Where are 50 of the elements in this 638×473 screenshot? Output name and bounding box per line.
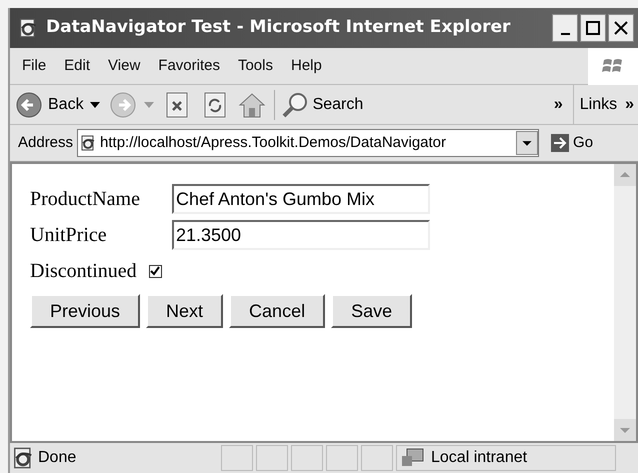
zone-text: Local intranet — [431, 448, 528, 468]
status-panel — [256, 445, 288, 471]
close-button[interactable] — [608, 14, 634, 42]
home-icon[interactable] — [238, 92, 266, 118]
form-button[interactable]: Next — [146, 294, 224, 328]
maximize-icon — [585, 20, 601, 36]
search-button[interactable]: Search — [280, 90, 364, 118]
address-label: Address — [18, 132, 74, 153]
field-label: UnitPrice — [30, 223, 108, 248]
more-chevron[interactable]: » — [554, 92, 563, 116]
menu-item[interactable]: Help — [291, 54, 322, 78]
go-button[interactable]: Go — [551, 132, 594, 154]
minimize-icon — [560, 33, 570, 35]
back-button[interactable]: Back — [16, 92, 84, 118]
status-panel — [326, 445, 358, 471]
more-chevron[interactable]: » — [625, 92, 634, 116]
go-arrow-icon — [551, 134, 570, 152]
dropdown-icon[interactable] — [90, 102, 100, 108]
status-text: Done — [38, 448, 76, 468]
text-input[interactable]: 21.3500 — [172, 220, 430, 250]
stop-icon[interactable] — [166, 92, 188, 118]
menu-item[interactable]: File — [22, 54, 46, 78]
field-label: ProductName — [30, 187, 141, 212]
form-button[interactable]: Save — [331, 294, 412, 328]
close-icon — [613, 20, 629, 36]
search-icon — [280, 90, 309, 118]
address-text: http://localhost/Apress.Toolkit.Demos/DataNavigator — [100, 132, 448, 153]
form-button[interactable]: Cancel — [229, 294, 326, 328]
field-label: Discontinued — [30, 259, 137, 284]
address-field[interactable]: http://localhost/Apress.Toolkit.Demos/DataNavigator — [77, 129, 540, 157]
window-title: DataNavigator Test - Microsoft Internet Explorer — [46, 16, 512, 40]
status-panel — [361, 445, 393, 471]
dropdown-icon[interactable] — [516, 131, 538, 155]
links-label[interactable]: Links — [580, 92, 618, 116]
page-icon — [18, 18, 38, 38]
text-input[interactable]: Chef Anton's Gumbo Mix — [172, 184, 430, 214]
check-icon — [150, 266, 160, 276]
checkbox[interactable] — [148, 264, 162, 278]
menu-item[interactable]: Tools — [238, 54, 273, 78]
menu-item[interactable]: Edit — [64, 54, 90, 78]
minimize-button[interactable] — [552, 14, 578, 42]
form-button[interactable]: Previous — [30, 294, 140, 328]
refresh-icon[interactable] — [204, 92, 226, 118]
status-panel — [221, 445, 253, 471]
status-panel — [291, 445, 323, 471]
computer-icon — [401, 448, 425, 468]
menu-item[interactable]: View — [108, 54, 140, 78]
menu-item[interactable]: Favorites — [158, 54, 220, 78]
page-icon — [80, 135, 96, 151]
maximize-button[interactable] — [580, 14, 606, 42]
